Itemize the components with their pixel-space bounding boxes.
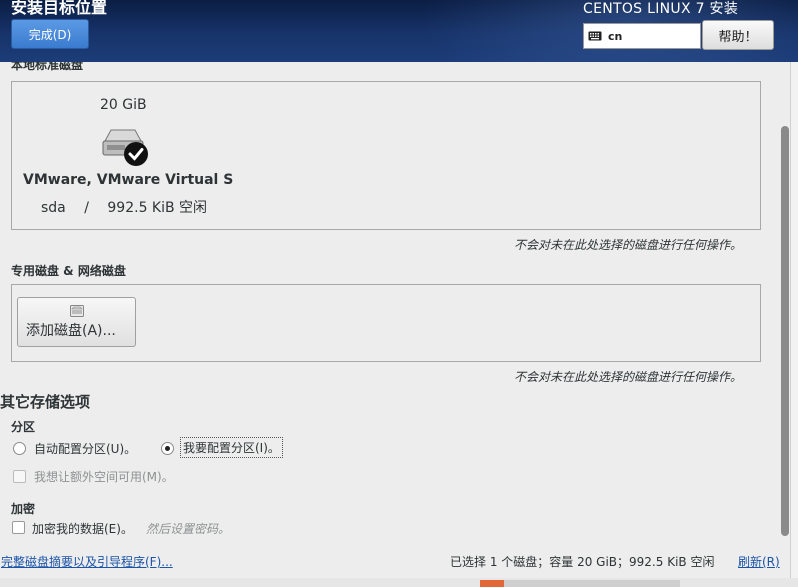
window-edge: [790, 62, 798, 587]
add-disk-label: 添加磁盘(A)...: [26, 323, 116, 339]
keyboard-layout-label: cn: [608, 29, 623, 43]
auto-partition-radio[interactable]: [13, 442, 26, 455]
extra-space-label: 我想让额外空间可用(M)。: [34, 470, 174, 484]
selection-summary: 已选择 1 个磁盘；容量 20 GiB；992.5 KiB 空闲: [450, 555, 715, 569]
add-disk-button[interactable]: 添加磁盘(A)...: [17, 297, 136, 347]
help-button[interactable]: 帮助！: [702, 20, 774, 50]
partitioning-heading: 分区: [11, 420, 36, 434]
disk-mini-icon: [70, 305, 84, 317]
keyboard-layout-indicator[interactable]: cn: [583, 23, 701, 49]
other-storage-heading: 其它存储选项: [0, 393, 91, 411]
local-disks-note: 不会对未在此处选择的磁盘进行任何操作。: [514, 238, 743, 252]
disk-size: 20 GiB: [100, 97, 147, 113]
refresh-link[interactable]: 刷新(R): [738, 553, 780, 570]
local-disks-heading: 本地标准磁盘: [11, 62, 84, 72]
spoke-title: 安装目标位置: [11, 0, 108, 17]
disk-separator: /: [84, 200, 89, 216]
disk-free-label: 992.5 KiB 空闲: [107, 200, 208, 216]
extra-space-checkbox[interactable]: [13, 470, 26, 483]
scrollbar-thumb[interactable]: [781, 126, 789, 536]
encryption-heading: 加密: [11, 502, 36, 516]
specialized-disks-heading: 专用磁盘 & 网络磁盘: [11, 264, 126, 278]
product-title: CENTOS LINUX 7 安装: [583, 1, 739, 17]
disk-free-space: sda / 992.5 KiB 空闲: [41, 197, 207, 217]
auto-partition-label[interactable]: 自动配置分区(U)。: [34, 440, 136, 457]
keyboard-icon: [588, 31, 602, 41]
disk-name: VMware, VMware Virtual S: [23, 172, 234, 188]
done-button[interactable]: 完成(D): [11, 19, 89, 49]
hard-disk-selected-icon[interactable]: [101, 127, 149, 171]
encrypt-checkbox[interactable]: [12, 521, 25, 534]
encrypt-label[interactable]: 加密我的数据(E)。: [32, 520, 133, 537]
bottom-progress-edge: [480, 580, 680, 587]
encryption-hint: 然后设置密码。: [146, 522, 231, 536]
manual-partition-radio[interactable]: [161, 442, 174, 455]
specialized-disks-note: 不会对未在此处选择的磁盘进行任何操作。: [514, 370, 743, 384]
disk-device: sda: [41, 200, 66, 216]
manual-partition-label[interactable]: 我要配置分区(I)。: [180, 437, 283, 458]
full-disk-summary-link[interactable]: 完整磁盘摘要以及引导程序(F)...: [1, 553, 173, 570]
